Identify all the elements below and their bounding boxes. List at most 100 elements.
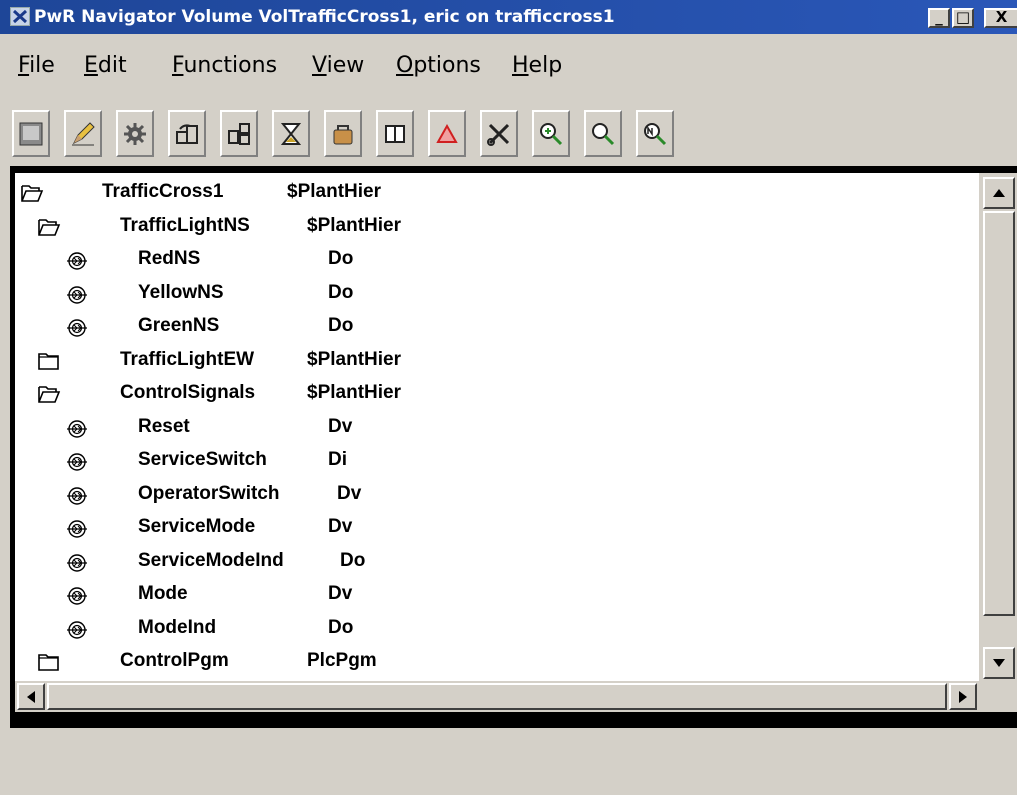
closed-folder-icon[interactable]: [37, 652, 61, 678]
tree-row[interactable]: TrafficLightNS $PlantHier: [15, 211, 975, 244]
tree-item-name[interactable]: TrafficLightEW: [120, 349, 254, 371]
status-area: [0, 728, 1017, 795]
minimize-button[interactable]: _: [928, 8, 950, 28]
tree-item-class: Do: [328, 281, 354, 303]
signal-object-icon[interactable]: [65, 619, 89, 647]
signal-object-icon[interactable]: [65, 451, 89, 479]
columns-button[interactable]: [376, 110, 414, 157]
tree-item-name[interactable]: ControlPgm: [120, 650, 229, 672]
zoom-in-icon: [540, 122, 563, 145]
package-icon: [333, 124, 353, 144]
app-icon[interactable]: [10, 7, 30, 26]
tree-row[interactable]: RedNS Do: [15, 244, 975, 277]
zoom-button[interactable]: [584, 110, 622, 157]
tree-row[interactable]: ControlSignals $PlantHier: [15, 378, 975, 411]
tree-row[interactable]: OperatorSwitch Dv: [15, 479, 975, 512]
tree-item-name[interactable]: ServiceModeInd: [138, 550, 284, 572]
window-title: PwR Navigator Volume VolTrafficCross1, e…: [34, 7, 615, 27]
tree-item-class: $PlantHier: [307, 214, 401, 236]
signal-object-icon[interactable]: [65, 552, 89, 580]
scissors-icon: [487, 123, 510, 146]
tree-row[interactable]: Reset Dv: [15, 412, 975, 445]
menu-file[interactable]: File: [18, 55, 55, 77]
tree-item-class: Dv: [328, 583, 353, 604]
signal-object-icon[interactable]: [65, 518, 89, 546]
tree-item-class: Dv: [328, 415, 353, 437]
signal-object-icon[interactable]: [65, 317, 89, 345]
closed-folder-icon[interactable]: [37, 351, 61, 377]
tree-item-name[interactable]: ModeInd: [138, 617, 216, 639]
scroll-up-button[interactable]: [983, 177, 1015, 209]
signal-object-icon[interactable]: [65, 250, 89, 278]
hourglass-button[interactable]: [272, 110, 310, 157]
open-object-button[interactable]: [168, 110, 206, 157]
open-folder-icon[interactable]: [20, 183, 44, 209]
tree-row[interactable]: ServiceModeInd Do: [15, 546, 975, 579]
menu-functions[interactable]: Functions: [172, 55, 277, 77]
columns-icon: [385, 124, 405, 143]
edit-button[interactable]: [64, 110, 102, 157]
tree-item-name[interactable]: ServiceMode: [138, 516, 255, 538]
tree-item-name[interactable]: ControlSignals: [120, 382, 255, 404]
open-folder-icon[interactable]: [37, 384, 61, 410]
tree-item-name[interactable]: RedNS: [138, 248, 200, 270]
tree-item-class: $PlantHier: [307, 348, 401, 370]
open-folder-icon[interactable]: [37, 217, 61, 243]
signal-object-icon[interactable]: [65, 585, 89, 613]
tree-row[interactable]: ControlPgm PlcPgm: [15, 646, 975, 679]
tree-item-name[interactable]: YellowNS: [138, 282, 224, 304]
scroll-corner: [979, 681, 1017, 712]
horizontal-scroll-thumb[interactable]: [47, 683, 947, 710]
package-button[interactable]: [324, 110, 362, 157]
tree-row[interactable]: ServiceMode Dv: [15, 512, 975, 545]
menu-view[interactable]: View: [312, 55, 364, 77]
tree-row[interactable]: ServiceSwitch Di: [15, 445, 975, 478]
tools-button[interactable]: [480, 110, 518, 157]
vertical-scrollbar[interactable]: [979, 173, 1017, 681]
signal-object-icon[interactable]: [65, 284, 89, 312]
scroll-left-button[interactable]: [17, 683, 45, 710]
scroll-right-button[interactable]: [949, 683, 977, 710]
tree-row[interactable]: TrafficCross1 $PlantHier: [15, 177, 975, 210]
menu-edit[interactable]: Edit: [84, 55, 127, 77]
horizontal-scrollbar[interactable]: [15, 681, 979, 712]
tree-row[interactable]: YellowNS Do: [15, 278, 975, 311]
close-button[interactable]: X: [984, 8, 1017, 28]
signal-object-icon[interactable]: [65, 485, 89, 513]
object-tree[interactable]: TrafficCross1 $PlantHier TrafficLightNS $Pl…: [15, 173, 979, 681]
arrow-up-icon: [993, 189, 1005, 197]
tree-item-class: Dv: [337, 482, 362, 504]
gear-icon: [124, 122, 146, 145]
menu-bar: File Edit Functions View Options Help: [0, 34, 1017, 94]
tree-row[interactable]: Mode Dv: [15, 579, 975, 612]
triangle-alert-icon: [436, 123, 458, 143]
tree-row[interactable]: TrafficLightEW $PlantHier: [15, 345, 975, 378]
tree-item-class: Dv: [328, 516, 353, 537]
signal-object-icon[interactable]: [65, 418, 89, 446]
zoom-reset-button[interactable]: [636, 110, 674, 157]
tree-item-name[interactable]: OperatorSwitch: [138, 483, 279, 505]
tree-item-name[interactable]: TrafficLightNS: [120, 215, 250, 237]
alert-button[interactable]: [428, 110, 466, 157]
tree-item-name[interactable]: GreenNS: [138, 315, 219, 337]
edit-pencil-icon: [72, 121, 95, 145]
functions-button[interactable]: [116, 110, 154, 157]
tree-row[interactable]: GreenNS Do: [15, 311, 975, 344]
tree-item-class: Di: [328, 449, 347, 470]
menu-help[interactable]: Help: [512, 55, 562, 77]
tree-item-name[interactable]: Mode: [138, 583, 188, 605]
tree-row[interactable]: ModeInd Do: [15, 613, 975, 646]
zoom-in-button[interactable]: [532, 110, 570, 157]
save-button[interactable]: [12, 110, 50, 157]
copy-structure-button[interactable]: [220, 110, 258, 157]
toolbar: [0, 110, 1017, 160]
tree-item-name[interactable]: ServiceSwitch: [138, 449, 267, 471]
title-bar[interactable]: PwR Navigator Volume VolTrafficCross1, e…: [0, 0, 1017, 34]
vertical-scroll-thumb[interactable]: [983, 211, 1015, 616]
maximize-button[interactable]: □: [952, 8, 974, 28]
scroll-down-button[interactable]: [983, 647, 1015, 679]
tree-item-name[interactable]: TrafficCross1: [102, 181, 223, 203]
tree-item-name[interactable]: Reset: [138, 416, 190, 438]
tree-item-class: Do: [340, 549, 366, 571]
menu-options[interactable]: Options: [396, 55, 481, 77]
